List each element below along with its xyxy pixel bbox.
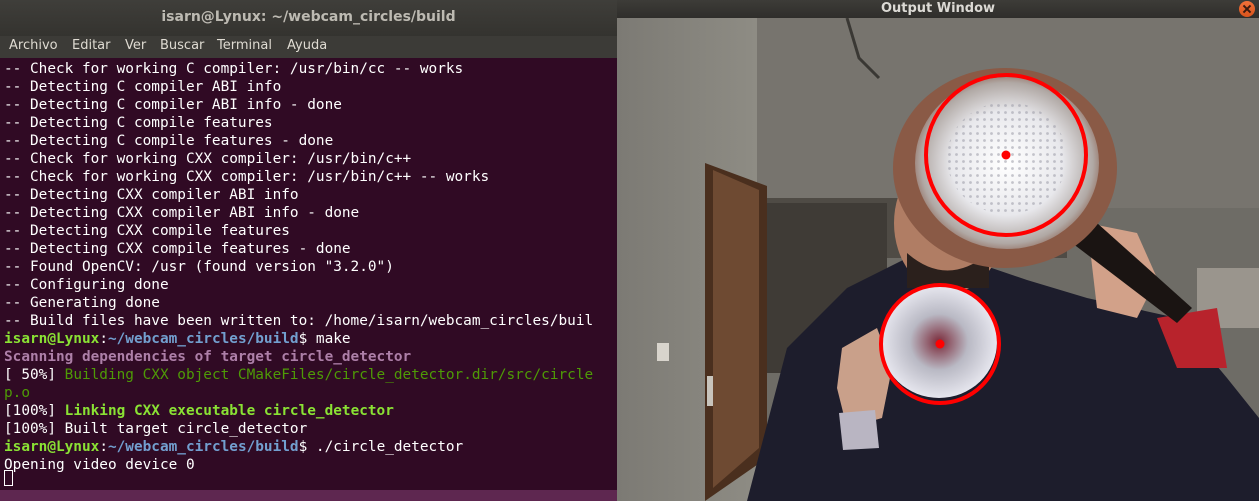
- terminal-line: -- Detecting C compiler ABI info: [4, 79, 282, 95]
- command-text: make: [315, 331, 351, 347]
- terminal-line: -- Check for working C compiler: /usr/bi…: [4, 61, 464, 77]
- build-message: Building CXX object CMakeFiles/circle_de…: [64, 367, 594, 383]
- terminal-line: -- Found OpenCV: /usr (found version "3.…: [4, 259, 394, 275]
- build-line: [ 50%] Building CXX object CMakeFiles/ci…: [4, 366, 593, 384]
- output-title: Output Window: [880, 1, 996, 16]
- terminal-cursor: [4, 470, 13, 486]
- terminal-line: -- Build files have been written to: /ho…: [4, 313, 594, 329]
- menu-buscar[interactable]: Buscar: [160, 38, 204, 53]
- terminal-window[interactable]: isarn@Lynux: ~/webcam_circles/build Arch…: [0, 0, 617, 501]
- terminal-line: -- Detecting CXX compiler ABI info: [4, 187, 299, 203]
- menu-archivo[interactable]: Archivo: [9, 38, 58, 53]
- prompt-sign: $: [298, 331, 316, 347]
- detected-center-pan: [1001, 150, 1011, 160]
- close-icon[interactable]: [1239, 1, 1255, 17]
- scanning-line: Scanning dependencies of target circle_d…: [4, 349, 412, 365]
- link-line: [100%] Linking CXX executable circle_det…: [4, 402, 394, 420]
- prompt-separator: :: [99, 439, 108, 455]
- terminal-line: -- Detecting CXX compile features - done: [4, 241, 351, 257]
- terminal-line: -- Configuring done: [4, 277, 169, 293]
- terminal-line: -- Detecting C compile features - done: [4, 133, 334, 149]
- terminal-line: -- Detecting C compile features: [4, 115, 273, 131]
- output-window[interactable]: Output Window: [617, 0, 1259, 501]
- menu-ver[interactable]: Ver: [125, 38, 146, 53]
- menu-terminal[interactable]: Terminal: [217, 38, 272, 53]
- prompt-line: isarn@Lynux:~/webcam_circles/build$ ./ci…: [4, 438, 463, 456]
- prompt-user: isarn@Lynux: [4, 331, 100, 347]
- prompt-path: ~/webcam_circles/build: [107, 439, 299, 455]
- prompt-user: isarn@Lynux: [4, 439, 100, 455]
- prompt-sign: $: [298, 439, 316, 455]
- terminal-line: -- Check for working CXX compiler: /usr/…: [4, 151, 412, 167]
- prompt-separator: :: [99, 331, 108, 347]
- output-titlebar[interactable]: Output Window: [617, 0, 1259, 18]
- door-handle: [707, 376, 713, 406]
- link-percent: [100%]: [4, 403, 65, 419]
- terminal-title: isarn@Lynux: ~/webcam_circles/build: [161, 9, 456, 25]
- light-switch: [657, 343, 669, 361]
- terminal-titlebar[interactable]: isarn@Lynux: ~/webcam_circles/build: [0, 0, 617, 36]
- terminal-output[interactable]: -- Check for working C compiler: /usr/bi…: [0, 58, 617, 501]
- video-frame: [617, 18, 1259, 501]
- door: [713, 170, 759, 488]
- menu-ayuda[interactable]: Ayuda: [287, 38, 327, 53]
- command-text: ./circle_detector: [315, 439, 464, 455]
- left-sleeve-cuff: [839, 410, 879, 450]
- terminal-line: -- Check for working CXX compiler: /usr/…: [4, 169, 490, 185]
- terminal-line: -- Detecting CXX compile features: [4, 223, 290, 239]
- terminal-menubar: Archivo Editar Ver Buscar Terminal Ayuda: [0, 36, 617, 58]
- desktop-background-strip: [0, 490, 617, 501]
- opening-line: Opening video device 0: [4, 457, 195, 473]
- terminal-line: -- Generating done: [4, 295, 160, 311]
- terminal-line: -- Detecting CXX compiler ABI info - don…: [4, 205, 360, 221]
- link-message: Linking CXX executable circle_detector: [64, 403, 394, 419]
- built-line: [100%] Built target circle_detector: [4, 421, 308, 437]
- detected-center-glass: [935, 339, 945, 349]
- build-message-continued: p.o: [4, 385, 30, 401]
- build-percent: [ 50%]: [4, 367, 65, 383]
- prompt-line: isarn@Lynux:~/webcam_circles/build$ make: [4, 330, 351, 348]
- prompt-path: ~/webcam_circles/build: [107, 331, 299, 347]
- menu-editar[interactable]: Editar: [72, 38, 111, 53]
- terminal-line: -- Detecting C compiler ABI info - done: [4, 97, 342, 113]
